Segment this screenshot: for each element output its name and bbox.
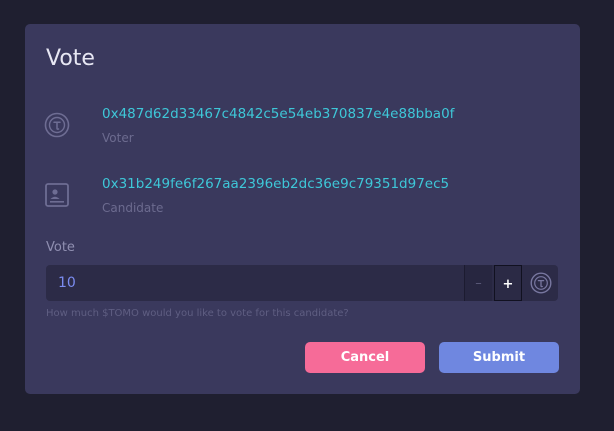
vote-helper-text: How much $TOMO would you like to vote fo… xyxy=(46,308,349,319)
increment-button[interactable]: + xyxy=(494,265,522,301)
tomo-coin-icon xyxy=(530,272,552,294)
decrement-button[interactable]: – xyxy=(464,265,492,301)
candidate-address: 0x31b249fe6f267aa2396eb2dc36e9c79351d97e… xyxy=(102,176,450,192)
vote-dialog: Vote 0x487d62d33467c4842c5e54eb370837e4e… xyxy=(25,24,580,394)
tomo-coin-icon xyxy=(44,112,70,138)
id-card-icon xyxy=(45,183,69,207)
vote-field-label: Vote xyxy=(46,240,75,255)
vote-amount-input[interactable] xyxy=(46,265,464,301)
voter-address: 0x487d62d33467c4842c5e54eb370837e4e88bba… xyxy=(102,106,455,122)
candidate-label: Candidate xyxy=(102,201,164,215)
submit-button[interactable]: Submit xyxy=(439,342,559,373)
voter-label: Voter xyxy=(102,131,134,145)
cancel-button[interactable]: Cancel xyxy=(305,342,425,373)
dialog-title: Vote xyxy=(46,46,95,71)
vote-input-group: – + xyxy=(46,265,558,301)
